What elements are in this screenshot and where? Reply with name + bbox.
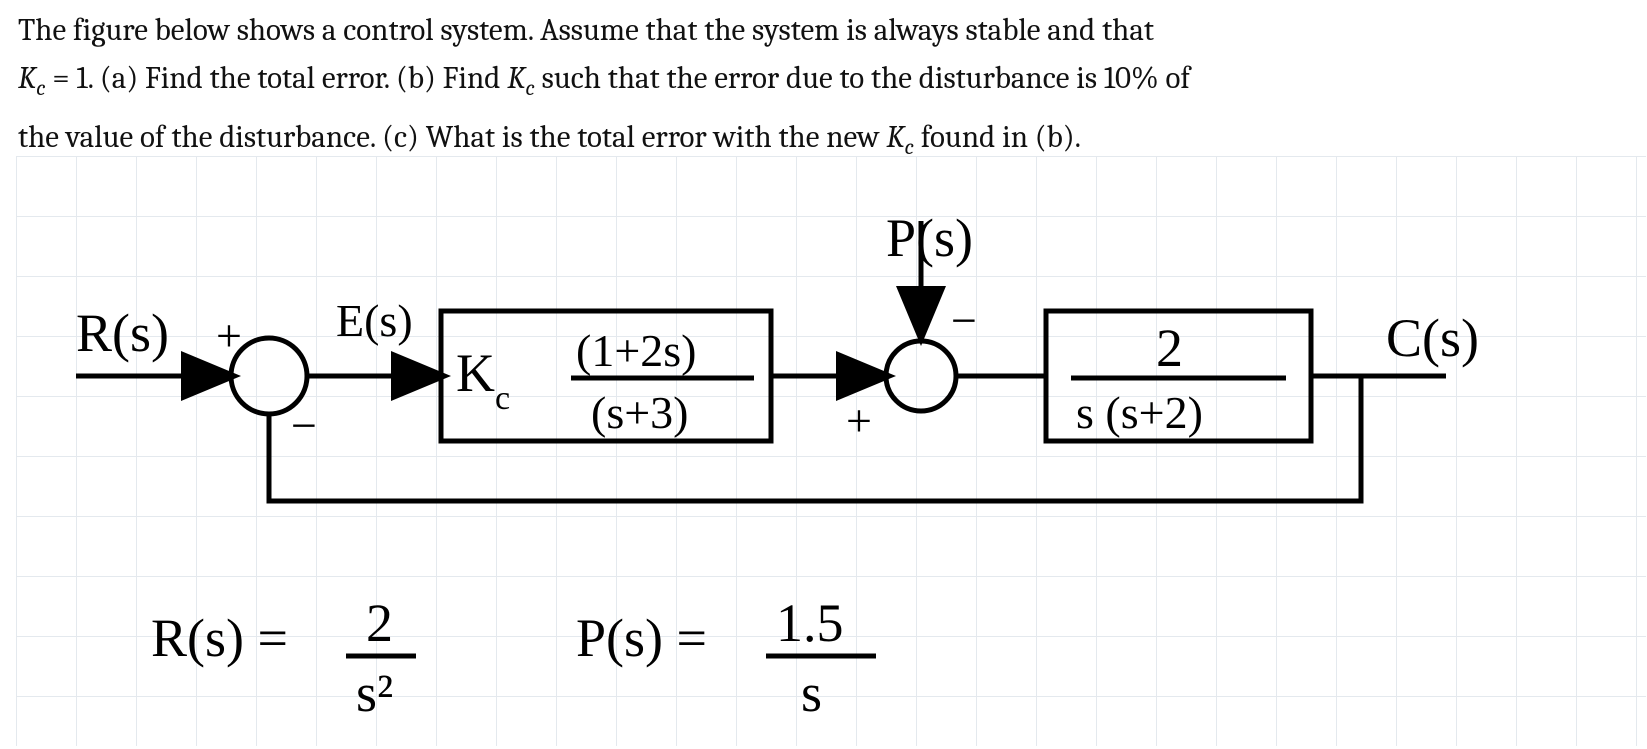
control-system-figure: R(s) + − E(s) Kc (1+2s) (s+3) P(s) + − 2… (16, 156, 1646, 746)
line2-end: such that the error due to the disturban… (535, 60, 1190, 96)
label-P-def-lhs: P(s) = (576, 608, 707, 668)
label-R-def-num: 2 (366, 593, 393, 653)
kc-symbol-2: Kc (507, 60, 535, 96)
kc-symbol-1: Kc (18, 60, 46, 96)
label-E-s: E(s) (336, 295, 413, 346)
label-sum2-plus: + (846, 395, 872, 446)
line2-mid: = 1. (a) Find the total error. (b) Find (46, 60, 508, 96)
diagram-svg: R(s) + − E(s) Kc (1+2s) (s+3) P(s) + − 2… (16, 156, 1646, 746)
line3-pre: the value of the disturbance. (c) What i… (18, 119, 886, 155)
label-R-def-den: s² (356, 663, 393, 723)
label-block2-den: s (s+2) (1076, 387, 1203, 438)
label-block1-num: (1+2s) (576, 325, 696, 376)
label-block2-num: 2 (1156, 318, 1183, 378)
label-sum2-minus: − (951, 295, 977, 346)
label-block1-den: (s+3) (591, 387, 688, 438)
line3-end: found in (b). (914, 119, 1081, 155)
label-C-s: C(s) (1386, 308, 1479, 368)
label-sum1-plus: + (216, 310, 242, 361)
label-P-s: P(s) (886, 208, 973, 268)
label-P-def-den: s (801, 663, 822, 723)
problem-statement: The figure below shows a control system.… (18, 6, 1628, 172)
line1: The figure below shows a control system.… (18, 12, 1154, 48)
label-sum1-minus: − (291, 400, 317, 451)
label-P-def-num: 1.5 (776, 593, 844, 653)
label-R-s: R(s) (76, 303, 169, 363)
label-R-def-lhs: R(s) = (151, 608, 288, 668)
kc-symbol-3: Kc (886, 119, 914, 155)
